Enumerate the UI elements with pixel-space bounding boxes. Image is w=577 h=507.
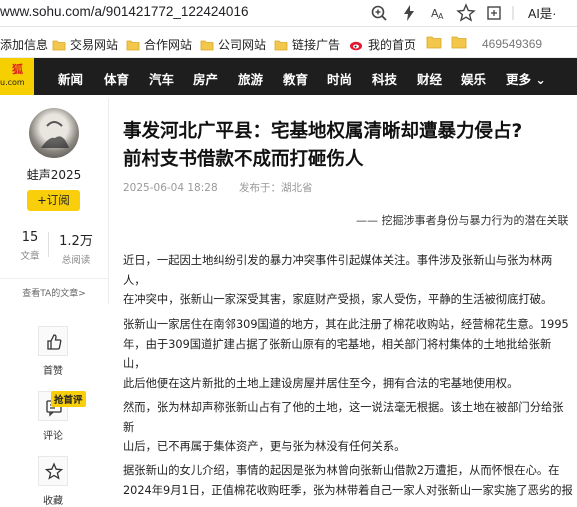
card-divider <box>0 278 108 279</box>
article-meta: 2025-06-04 18:28 发布于：湖北省 <box>123 180 330 195</box>
paragraph-line: 据张新山的女儿介绍，事情的起因是张为林曾向张新山借款2万遭拒，从而怀恨在心。在 <box>123 464 560 477</box>
article-paragraph: 据张新山的女儿介绍，事情的起因是张为林曾向张新山借款2万遭拒，从而怀恨在心。在 … <box>123 461 573 500</box>
folder-icon <box>52 40 66 51</box>
logo-domain: u.com <box>0 78 25 87</box>
bookmark-item-homepage[interactable]: 我的首页 <box>349 36 416 53</box>
paragraph-line: 在冲突中，张新山一家深受其害，家庭财产受损，家人受伤，平静的生活被彻底打破。 <box>123 293 553 306</box>
bookmarks-bar: 添加信息 交易网站 合作网站 公司网站 链接广告 我的首页 469549369 <box>0 28 577 58</box>
bookmark-item-ads[interactable]: 链接广告 <box>274 36 340 53</box>
article-subtitle: —— 挖掘涉事者身份与暴力行为的潜在关联 <box>356 214 569 227</box>
comment-label: 评论 <box>43 431 63 442</box>
collect-icon-box <box>38 456 68 486</box>
paragraph-line: 年，由于309国道扩建占据了张新山原有的宅基地，相关部门将村集体的土地批给张新山… <box>123 337 552 371</box>
like-icon-box <box>38 326 68 356</box>
thumb-up-icon <box>47 334 62 350</box>
nav-item-tech[interactable]: 科技 <box>372 69 397 88</box>
nav-item-travel[interactable]: 旅游 <box>238 69 263 88</box>
nav-item-sports[interactable]: 体育 <box>104 69 129 88</box>
bookmark-item-partner[interactable]: 合作网站 <box>126 36 192 53</box>
paragraph-line: 近日，一起因土地纠纷引发的暴力冲突事件引起媒体关注。事件涉及张新山与张为林两人， <box>123 254 553 287</box>
nav-item-education[interactable]: 教育 <box>283 69 308 88</box>
view-count: 1.2万 总阅读 <box>56 230 96 266</box>
paragraph-line: 张新山一家居住在南邻309国道的地方，其在此注册了棉花收购站，经营棉花生意。19… <box>123 318 569 331</box>
article-paragraph: 张新山一家居住在南邻309国道的地方，其在此注册了棉花收购站，经营棉花生意。19… <box>123 315 573 393</box>
url-path: /a/901421772_122424016 <box>90 4 249 19</box>
like-button[interactable]: 首赞 <box>30 326 76 377</box>
publish-date: 2025-06-04 18:28 <box>123 182 218 194</box>
article-count-label: 文章 <box>20 251 40 262</box>
folder-icon[interactable] <box>451 34 467 53</box>
article-paragraph: 近日，一起因土地纠纷引发的暴力冲突事件引起媒体关注。事件涉及张新山与张为林两人，… <box>123 251 573 310</box>
like-label: 首赞 <box>43 366 63 377</box>
collections-icon[interactable] <box>484 2 506 24</box>
subscribe-button[interactable]: +订阅 <box>27 190 80 211</box>
nav-item-finance[interactable]: 财经 <box>417 69 442 88</box>
divider-icon <box>508 2 530 24</box>
site-nav: 狐 u.com 新闻 体育 汽车 房产 旅游 教育 时尚 科技 财经 娱乐 更多… <box>0 58 577 95</box>
reader-mode-icon[interactable]: AA <box>428 2 450 24</box>
bookmark-label: 链接广告 <box>292 38 341 52</box>
nav-item-entertainment[interactable]: 娱乐 <box>461 69 486 88</box>
bookmark-label: 合作网站 <box>144 38 193 52</box>
bookmark-item-add[interactable]: 添加信息 <box>0 36 48 53</box>
bookmark-star-icon[interactable] <box>455 2 477 24</box>
paragraph-line: 2024年9月1日，正值棉花收购旺季，张为林带着自己一家人对张新山一家实施了恶劣… <box>123 483 573 497</box>
star-icon <box>44 462 64 480</box>
url-text[interactable]: www.sohu.com/a/901421772_122424016 <box>0 4 248 19</box>
folder-icon <box>200 40 214 51</box>
address-bar[interactable]: www.sohu.com/a/901421772_122424016 AA AI… <box>0 0 577 27</box>
folder-icon <box>126 40 140 51</box>
paragraph-line: 山后，已不再属于集体资产，更与张为林没有任何关系。 <box>123 440 406 453</box>
svg-text:A: A <box>438 12 444 21</box>
view-count-label: 总阅读 <box>61 255 91 266</box>
bookmark-label: 我的首页 <box>368 38 417 52</box>
nav-item-more[interactable]: 更多 ⌄ <box>506 69 546 88</box>
ai-button[interactable]: AI是· <box>528 3 556 22</box>
nav-item-realestate[interactable]: 房产 <box>193 69 218 88</box>
bookmark-label: 添加信息 <box>0 38 49 52</box>
folder-icon <box>274 40 288 51</box>
title-line: 前村支书借款不成而打砸伤人 <box>123 149 364 170</box>
paragraph-line: 然而，张为林却声称张新山占有了他的土地，这一说法毫无根据。该土地在被部门分给张新 <box>123 401 564 434</box>
publish-location: 发布于：湖北省 <box>238 182 313 194</box>
bookmark-number[interactable]: 469549369 <box>482 37 542 51</box>
bookmark-item-company[interactable]: 公司网站 <box>200 36 266 53</box>
article-paragraph: 然而，张为林却声称张新山占有了他的土地，这一说法毫无根据。该土地在被部门分给张新… <box>123 398 573 457</box>
collect-label: 收藏 <box>43 496 63 507</box>
bookmark-label: 公司网站 <box>218 38 267 52</box>
bookmark-label: 交易网站 <box>70 38 119 52</box>
url-host: www.sohu.com <box>0 4 91 19</box>
weibo-icon <box>350 41 362 51</box>
first-comment-badge: 抢首评 <box>51 391 86 407</box>
article-count-value: 15 <box>21 230 39 245</box>
view-count-value: 1.2万 <box>59 234 93 249</box>
collect-button[interactable]: 收藏 <box>30 456 76 507</box>
folder-icon[interactable] <box>426 34 442 53</box>
lightning-icon[interactable] <box>398 2 420 24</box>
article-count: 15 文章 <box>10 230 50 262</box>
nav-item-auto[interactable]: 汽车 <box>149 69 174 88</box>
author-name[interactable]: 蛙声2025 <box>0 166 108 183</box>
nav-item-news[interactable]: 新闻 <box>58 69 83 88</box>
logo-text: 狐 <box>12 63 23 76</box>
sohu-logo[interactable]: 狐 u.com <box>0 58 34 95</box>
card-border <box>108 98 109 304</box>
article-title: 事发河北广平县：宅基地权属清晰却遭暴力侵占? 前村支书借款不成而打砸伤人 <box>123 118 568 174</box>
author-avatar[interactable] <box>29 108 79 158</box>
nav-item-fashion[interactable]: 时尚 <box>327 69 352 88</box>
bookmark-item-trade[interactable]: 交易网站 <box>52 36 118 53</box>
more-articles-link[interactable]: 查看TA的文章> <box>0 286 108 299</box>
zoom-icon[interactable] <box>368 2 390 24</box>
paragraph-line: 此后他便在这片新批的土地上建设房屋并居住至今，拥有合法的宅基地使用权。 <box>123 376 519 390</box>
title-line: 事发河北广平县：宅基地权属清晰却遭暴力侵占? <box>123 121 523 142</box>
stat-divider <box>48 232 49 257</box>
